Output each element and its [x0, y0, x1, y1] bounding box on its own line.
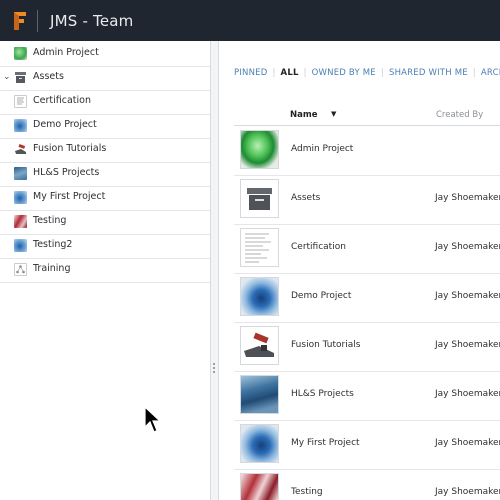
table-row[interactable]: HL&S Projects Jay Shoemaker [234, 371, 500, 421]
project-name: HL&S Projects [291, 389, 354, 399]
project-name: Fusion Tutorials [291, 340, 361, 350]
created-by: Jay Shoemaker [435, 487, 500, 497]
sidebar-item-admin-project[interactable]: Admin Project [0, 42, 210, 67]
project-name: Admin Project [291, 144, 354, 154]
sidebar-item-testing[interactable]: Testing [0, 210, 210, 235]
network-thumb-icon [14, 263, 27, 276]
sidebar-item-label: Assets [33, 71, 64, 82]
table-row[interactable]: Demo Project Jay Shoemaker [234, 273, 500, 323]
tab-separator: | [472, 68, 476, 78]
sidebar-item-label: Testing [33, 215, 67, 226]
table-row[interactable]: Admin Project [234, 126, 500, 176]
chevron-down-icon[interactable]: ⌄ [3, 73, 11, 82]
blue-swirl-thumb-icon [14, 239, 27, 252]
sidebar-item-certification[interactable]: Certification [0, 90, 210, 115]
tab-pinned[interactable]: PINNED [234, 68, 267, 78]
tab-shared-with-me[interactable]: SHARED WITH ME [389, 68, 468, 78]
sidebar-item-label: Demo Project [33, 119, 97, 130]
created-by: Jay Shoemaker [435, 438, 500, 448]
table-row[interactable]: Fusion Tutorials Jay Shoemaker [234, 322, 500, 372]
table-header: Name ▼ Created By [234, 106, 500, 126]
project-name: Testing [291, 487, 323, 497]
green-swirl-thumb-icon [14, 47, 27, 60]
team-title[interactable]: JMS - Team [50, 12, 133, 30]
blue-swirl-thumb-icon [240, 277, 279, 316]
green-swirl-thumb-icon [240, 130, 279, 169]
drag-handle-icon[interactable] [213, 363, 216, 377]
sidebar-item-testing2[interactable]: Testing2 [0, 234, 210, 259]
tab-separator: | [272, 68, 276, 78]
title-bar: JMS - Team [0, 0, 500, 41]
blue-fabric-thumb-icon [240, 375, 279, 414]
blue-swirl-thumb-icon [14, 191, 27, 204]
created-by: Jay Shoemaker [435, 389, 500, 399]
table-row[interactable]: Certification Jay Shoemaker [234, 224, 500, 274]
sidebar-item-fusion-tutorials[interactable]: Fusion Tutorials [0, 138, 210, 163]
mouse-pointer-icon [144, 405, 162, 438]
sidebar-item-label: Fusion Tutorials [33, 143, 107, 154]
table-row[interactable]: My First Project Jay Shoemaker [234, 420, 500, 470]
column-header-created-by[interactable]: Created By [436, 110, 483, 120]
blue-fabric-thumb-icon [14, 167, 27, 180]
created-by: Jay Shoemaker [435, 193, 500, 203]
sidebar-item-assets[interactable]: ⌄ Assets [0, 66, 210, 91]
column-header-name[interactable]: Name [290, 110, 317, 120]
sidebar-item-label: My First Project [33, 191, 106, 202]
filter-tabs: PINNED | ALL | OWNED BY ME | SHARED WITH ME | AR… [234, 68, 500, 78]
archive-box-thumb-icon [14, 71, 27, 84]
document-thumb-icon [240, 228, 279, 267]
blue-swirl-thumb-icon [14, 119, 27, 132]
project-name: My First Project [291, 438, 360, 448]
table-row[interactable]: Assets Jay Shoemaker [234, 175, 500, 225]
panel-splitter[interactable] [210, 41, 219, 500]
sidebar-item-label: Certification [33, 95, 91, 106]
created-by: Jay Shoemaker [435, 340, 500, 350]
sidebar-item-label: HL&S Projects [33, 167, 100, 178]
sidebar-item-label: Admin Project [33, 47, 99, 58]
project-sidebar: Admin Project ⌄ Assets Certification Dem… [0, 41, 210, 500]
tab-separator: | [303, 68, 307, 78]
sidebar-item-my-first-project[interactable]: My First Project [0, 186, 210, 211]
sidebar-item-hls-projects[interactable]: HL&S Projects [0, 162, 210, 187]
red-ribbons-thumb-icon [14, 215, 27, 228]
archive-box-thumb-icon [240, 179, 279, 218]
sidebar-item-label: Testing2 [33, 239, 73, 250]
created-by: Jay Shoemaker [435, 242, 500, 252]
table-row[interactable]: Testing Jay Shoemaker [234, 469, 500, 500]
red-ribbons-thumb-icon [240, 473, 279, 500]
sidebar-item-training[interactable]: Training [0, 258, 210, 283]
clamp-thumb-icon [14, 143, 27, 156]
sidebar-item-label: Training [33, 263, 71, 274]
sort-desc-icon[interactable]: ▼ [331, 110, 336, 118]
document-thumb-icon [14, 95, 27, 108]
sidebar-item-demo-project[interactable]: Demo Project [0, 114, 210, 139]
clamp-thumb-icon [240, 326, 279, 365]
title-divider [37, 9, 38, 32]
project-name: Assets [291, 193, 321, 203]
created-by: Jay Shoemaker [435, 291, 500, 301]
tab-all[interactable]: ALL [281, 68, 299, 78]
project-list-panel: PINNED | ALL | OWNED BY ME | SHARED WITH ME | AR… [219, 41, 500, 500]
project-name: Demo Project [291, 291, 352, 301]
tab-archived[interactable]: ARCHIV [481, 68, 500, 78]
tab-separator: | [380, 68, 384, 78]
project-name: Certification [291, 242, 346, 252]
fusion-logo-icon[interactable] [13, 11, 27, 31]
blue-swirl-thumb-icon [240, 424, 279, 463]
tab-owned-by-me[interactable]: OWNED BY ME [312, 68, 376, 78]
